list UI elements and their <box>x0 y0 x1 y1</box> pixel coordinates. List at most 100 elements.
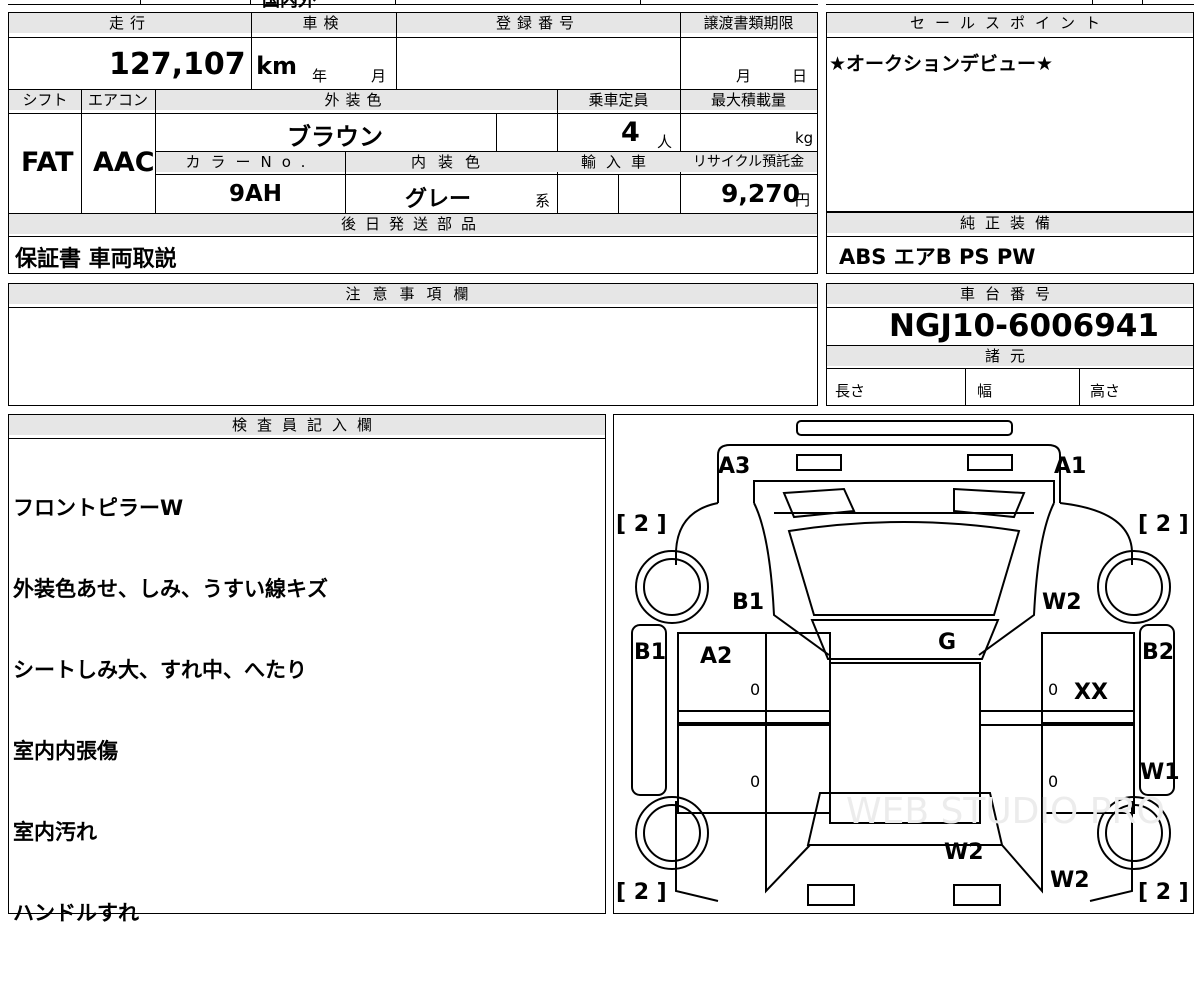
inspector-note: ハンドルすれ <box>13 901 139 925</box>
chassis-value: NGJ10-6006941 <box>889 308 1159 344</box>
mark-w2-rear: W2 <box>944 840 984 865</box>
sales-point-label: セールスポイント <box>827 13 1193 33</box>
grid-line <box>9 438 605 439</box>
wheel-front-left-in <box>643 558 701 616</box>
spec-width-label: 幅 <box>977 382 993 400</box>
registration-label: 登録番号 <box>396 13 680 33</box>
grid-line <box>155 174 817 175</box>
top-divider <box>250 0 251 5</box>
mileage-label: 走行 <box>9 13 251 33</box>
bracket-rear-left: [ 2 ] <box>616 880 667 905</box>
door-number: 0 <box>1048 680 1058 699</box>
inspector-notes: フロントピラーW 外装色あせ、しみ、うすい線キズ シートしみ大、すれ中、へたり … <box>13 441 328 981</box>
rear-lamp-left <box>807 884 855 906</box>
mark-b2: B2 <box>1142 640 1174 665</box>
grid-line <box>9 236 817 237</box>
basic-info-table: 走行 車検 登録番号 譲渡書類期限 127,107 km 年 月 月 日 シフト… <box>8 12 818 274</box>
mileage-value: 127,107 km <box>109 47 297 82</box>
bracket-rear-right: [ 2 ] <box>1138 880 1189 905</box>
mileage-unit: km <box>256 52 298 80</box>
grid-line <box>9 37 817 38</box>
sales-point-value: ★オークションデビュー★ <box>829 53 1054 75</box>
grid-line <box>965 368 966 406</box>
max-load-unit: kg <box>795 129 814 147</box>
grid-line <box>618 174 619 213</box>
interior-color-value: グレー <box>405 187 472 212</box>
mileage-number: 127,107 <box>109 47 246 82</box>
equipment-box: 純正装備 ABS エアB PS PW <box>826 212 1194 274</box>
grid-line <box>680 13 681 89</box>
bracket-front-right: [ 2 ] <box>1138 512 1189 537</box>
capacity-unit: 人 <box>657 133 673 151</box>
rear-left-inner <box>765 813 811 894</box>
mark-w2-front: W2 <box>1042 590 1082 615</box>
grid-line <box>9 113 817 114</box>
color-no-label: カラーNo. <box>156 152 345 172</box>
shift-value: FAT <box>21 147 74 178</box>
wheel-front-left <box>635 550 709 624</box>
shaken-month-label: 月 <box>371 67 387 85</box>
mark-a3: A3 <box>718 454 750 479</box>
grid-line <box>81 90 82 213</box>
inspector-box: 検査員記入欄 フロントピラーW 外装色あせ、しみ、うすい線キズ シートしみ大、す… <box>8 414 606 925</box>
import-label: 輸入車 <box>557 152 680 172</box>
top-divider <box>1092 0 1093 5</box>
grid-line <box>396 13 397 89</box>
recycle-label: リサイクル預託金 <box>680 152 817 172</box>
top-border-right <box>826 4 1194 5</box>
grid-line <box>827 37 1193 38</box>
top-border <box>8 4 818 5</box>
chassis-box: 車台番号 NGJ10-6006941 諸元 長さ 幅 高さ <box>826 283 1194 406</box>
chassis-label: 車台番号 <box>827 284 1193 304</box>
caution-box: 注意事項欄 <box>8 283 818 406</box>
interior-color-label: 内装色 <box>346 152 557 172</box>
wheel-rear-left-in <box>643 804 701 862</box>
grid-line <box>496 113 497 151</box>
inspector-label: 検査員記入欄 <box>9 415 605 435</box>
wheel-front-right-in <box>1105 558 1163 616</box>
door-number: 0 <box>750 772 760 791</box>
top-divider <box>140 0 141 5</box>
car-diagram-box: WEB STUDIO PRO [ 2 ] [ 2 ] [ 2 ] [ 2 ] A… <box>613 414 1194 914</box>
exterior-color-label: 外装色 <box>155 90 557 110</box>
front-bumper-strip <box>796 420 1013 436</box>
mark-b1-side: B1 <box>634 640 666 665</box>
mark-g: G <box>938 630 956 655</box>
recycle-unit: 円 <box>795 191 811 209</box>
headlight-right <box>967 454 1013 471</box>
grid-line <box>827 368 1193 369</box>
body-left-front <box>675 502 719 565</box>
spec-height-label: 高さ <box>1090 382 1121 400</box>
later-parts-value: 保証書 車両取説 <box>15 247 177 272</box>
specs-label: 諸元 <box>827 346 1193 366</box>
top-divider <box>395 0 396 5</box>
transfer-deadline-label: 譲渡書類期限 <box>680 13 817 33</box>
windshield <box>810 619 1000 660</box>
body-left-rear <box>675 801 719 902</box>
top-divider <box>1142 0 1143 5</box>
caution-label: 注意事項欄 <box>9 284 817 304</box>
mark-w2-rear-right: W2 <box>1050 868 1090 893</box>
shift-label: シフト <box>9 90 81 110</box>
ac-label: エアコン <box>81 90 155 110</box>
front-panel-outline <box>717 444 1061 503</box>
later-parts-label: 後日発送部品 <box>9 214 817 234</box>
capacity-value: 4 <box>621 117 640 148</box>
grid-line <box>827 236 1193 237</box>
exterior-color-value: ブラウン <box>287 123 383 151</box>
sales-point-box: セールスポイント ★オークションデビュー★ <box>826 12 1194 212</box>
interior-color-suffix: 系 <box>535 192 551 210</box>
body-right-front <box>1059 502 1133 565</box>
inspector-note: 室内内張傷 <box>13 739 118 763</box>
grid-line <box>345 151 346 213</box>
top-fragment-text: 国内外 <box>262 0 316 11</box>
deadline-month-label: 月 <box>736 67 752 85</box>
headlight-left <box>796 454 842 471</box>
door-right-front <box>1041 632 1135 724</box>
spec-length-label: 長さ <box>835 382 866 400</box>
recycle-value: 9,270 <box>721 179 801 208</box>
max-load-label: 最大積載量 <box>680 90 817 110</box>
shaken-label: 車検 <box>251 13 396 33</box>
hood <box>787 521 1021 616</box>
watermark: WEB STUDIO PRO <box>846 791 1165 832</box>
